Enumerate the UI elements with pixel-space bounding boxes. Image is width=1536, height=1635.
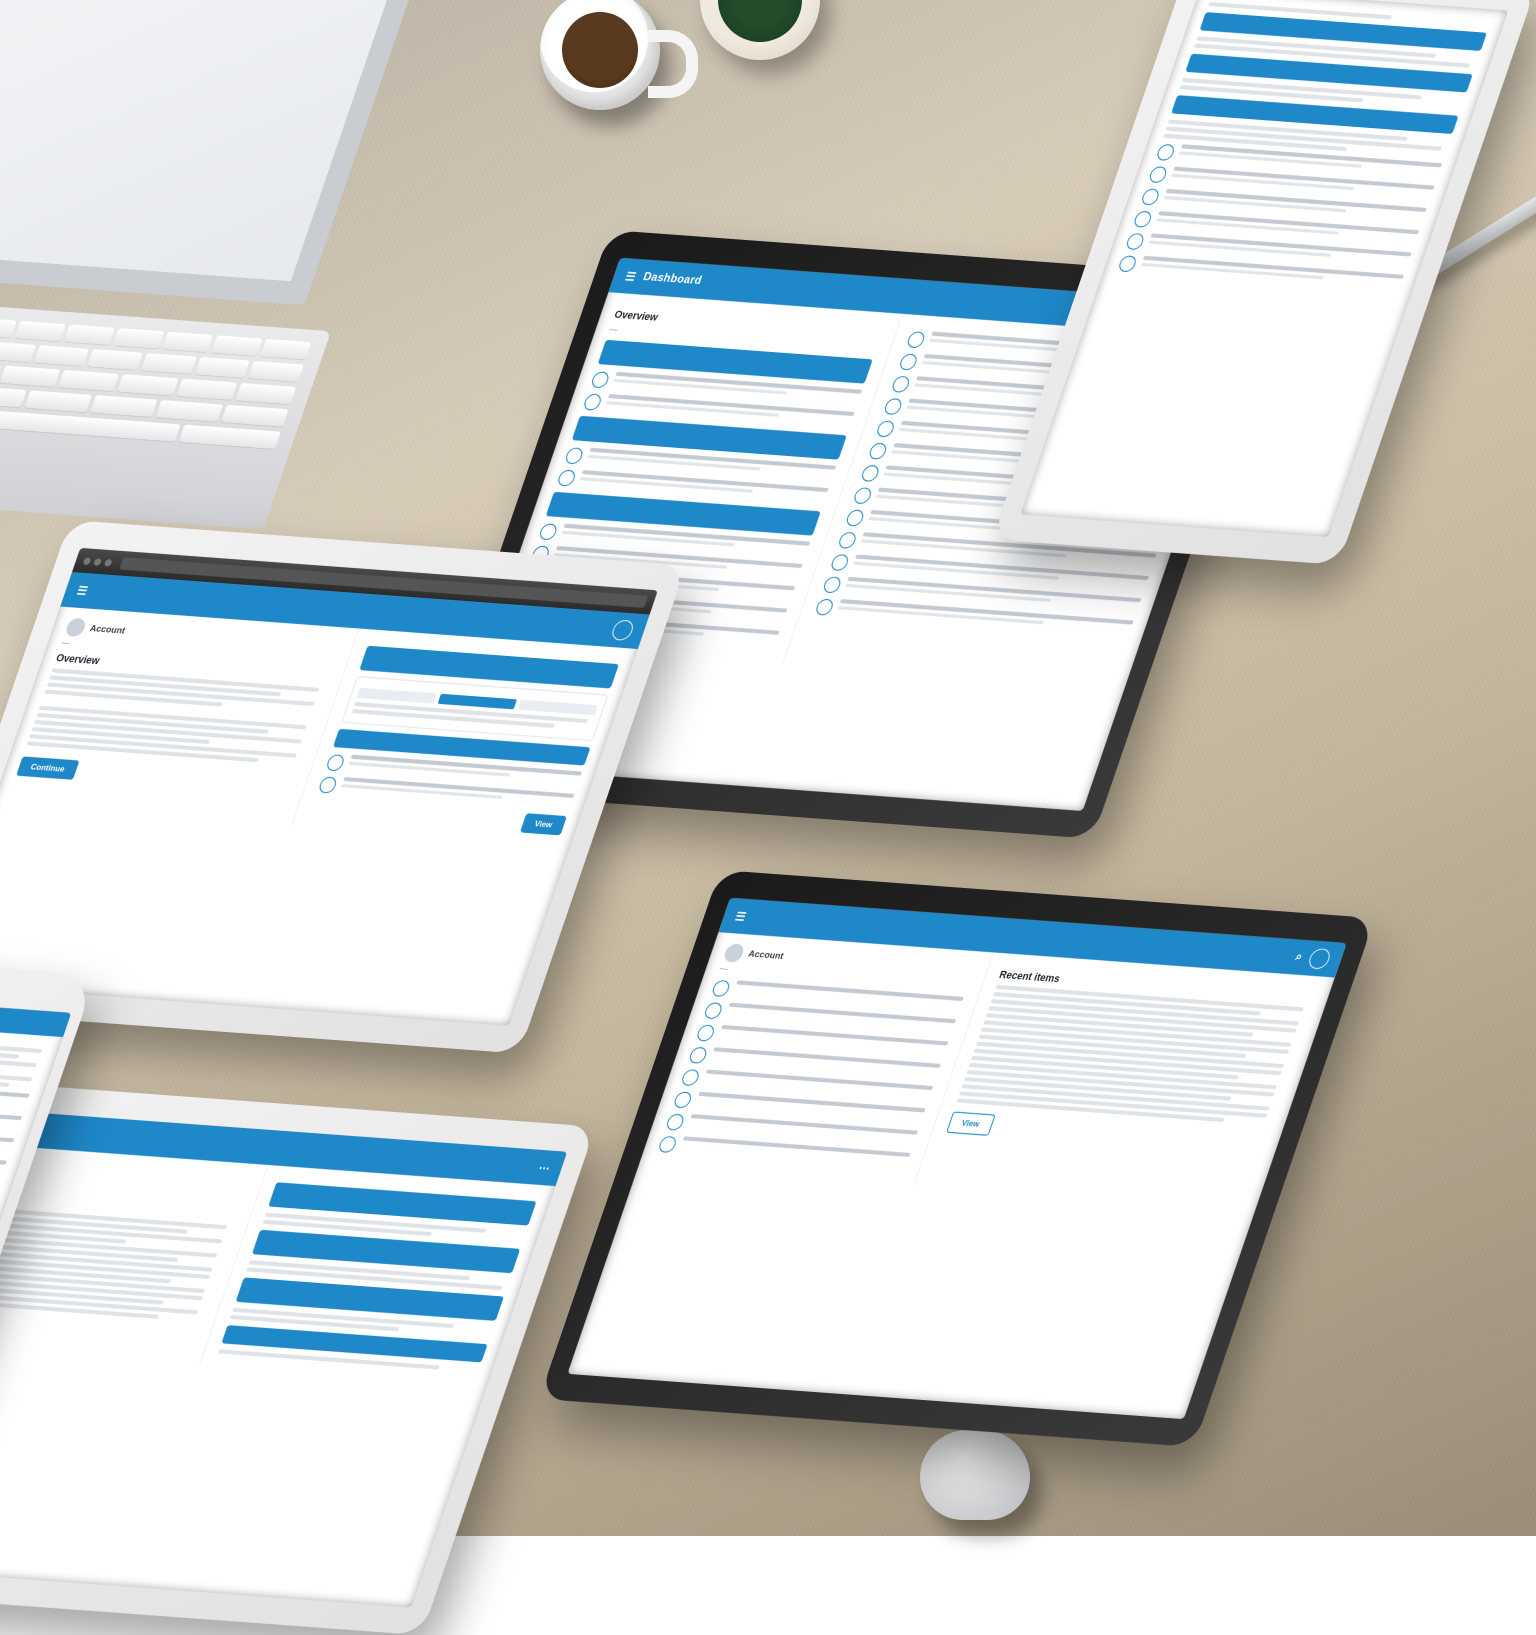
list-bullet-icon bbox=[590, 371, 611, 388]
item-icon bbox=[845, 509, 866, 526]
app-title: Dashboard bbox=[641, 271, 703, 287]
item-icon bbox=[906, 331, 927, 348]
item-icon bbox=[853, 487, 874, 504]
nav-icon bbox=[680, 1069, 701, 1086]
item-icon bbox=[837, 532, 858, 549]
menu-icon[interactable]: ☰ bbox=[75, 584, 89, 598]
user-avatar[interactable] bbox=[64, 618, 88, 638]
nav-icon bbox=[688, 1047, 709, 1064]
item-icon bbox=[1132, 211, 1153, 228]
laptop-keyboard[interactable] bbox=[0, 286, 331, 529]
tablet-left: ☰ Account — Overview Continue bbox=[0, 520, 686, 1054]
secondary-button[interactable]: View bbox=[520, 813, 567, 835]
desk-scene: Continue ☰ Dashboard ⌕ bbox=[0, 0, 1536, 1536]
tablet-bottom-right: ☰ ⌕ Account — bbox=[539, 870, 1375, 1447]
item-icon bbox=[1148, 166, 1169, 183]
outline-button[interactable]: View bbox=[946, 1111, 996, 1135]
tablet-bottom-left-screen[interactable]: ☰ ⋯ Activity — Overview bbox=[0, 1108, 567, 1608]
laptop-screen: Continue bbox=[0, 0, 444, 305]
tablet-left-screen[interactable]: ☰ Account — Overview Continue bbox=[0, 548, 658, 1026]
list-bullet-icon bbox=[564, 447, 585, 464]
item-icon bbox=[1117, 255, 1138, 272]
item-icon bbox=[318, 776, 339, 793]
item-icon bbox=[325, 754, 346, 771]
item-icon bbox=[898, 353, 919, 370]
item-icon bbox=[1125, 233, 1146, 250]
header-bar[interactable] bbox=[1185, 54, 1472, 93]
item-icon bbox=[891, 376, 912, 393]
user-name: Account bbox=[89, 623, 127, 636]
item-icon bbox=[860, 465, 881, 482]
panel-subheader[interactable] bbox=[221, 1325, 487, 1362]
header-bar[interactable] bbox=[1171, 95, 1458, 134]
list-bullet-icon bbox=[538, 523, 559, 540]
nav-icon bbox=[665, 1113, 686, 1130]
nav-icon bbox=[657, 1136, 678, 1153]
avatar-icon[interactable] bbox=[610, 619, 636, 641]
item-icon bbox=[1140, 188, 1161, 205]
coffee-mug bbox=[540, 0, 690, 130]
item-icon bbox=[868, 443, 889, 460]
primary-button[interactable]: Continue bbox=[16, 756, 79, 779]
item-icon bbox=[875, 420, 896, 437]
plant bbox=[700, 0, 820, 60]
item-icon bbox=[1155, 144, 1176, 161]
item-icon bbox=[814, 599, 835, 616]
item-icon bbox=[830, 554, 851, 571]
search-icon[interactable]: ⌕ bbox=[1294, 950, 1305, 964]
laptop: Continue bbox=[0, 0, 479, 547]
nav-icon bbox=[703, 1002, 724, 1019]
app-header bbox=[0, 999, 71, 1037]
list-bullet-icon bbox=[582, 393, 603, 410]
header-bar[interactable] bbox=[1200, 12, 1487, 51]
item-icon bbox=[822, 576, 843, 593]
tablet-bottom-left: ☰ ⋯ Activity — Overview bbox=[0, 1080, 596, 1635]
tablet-bottom-right-screen[interactable]: ☰ ⌕ Account — bbox=[567, 898, 1346, 1419]
menu-icon[interactable]: ☰ bbox=[624, 269, 638, 283]
tablet-portrait-top-screen[interactable] bbox=[1020, 0, 1508, 537]
nav-icon bbox=[695, 1024, 716, 1041]
user-avatar[interactable] bbox=[722, 943, 746, 963]
menu-icon[interactable]: ☰ bbox=[734, 909, 748, 923]
mouse bbox=[920, 1430, 1030, 1520]
item-icon bbox=[883, 398, 904, 415]
nav-icon bbox=[710, 980, 731, 997]
avatar-icon[interactable] bbox=[1306, 948, 1332, 970]
user-name: Account bbox=[747, 948, 785, 961]
list-bullet-icon bbox=[556, 469, 577, 486]
more-icon[interactable]: ⋯ bbox=[537, 1161, 552, 1175]
nav-icon bbox=[672, 1091, 693, 1108]
